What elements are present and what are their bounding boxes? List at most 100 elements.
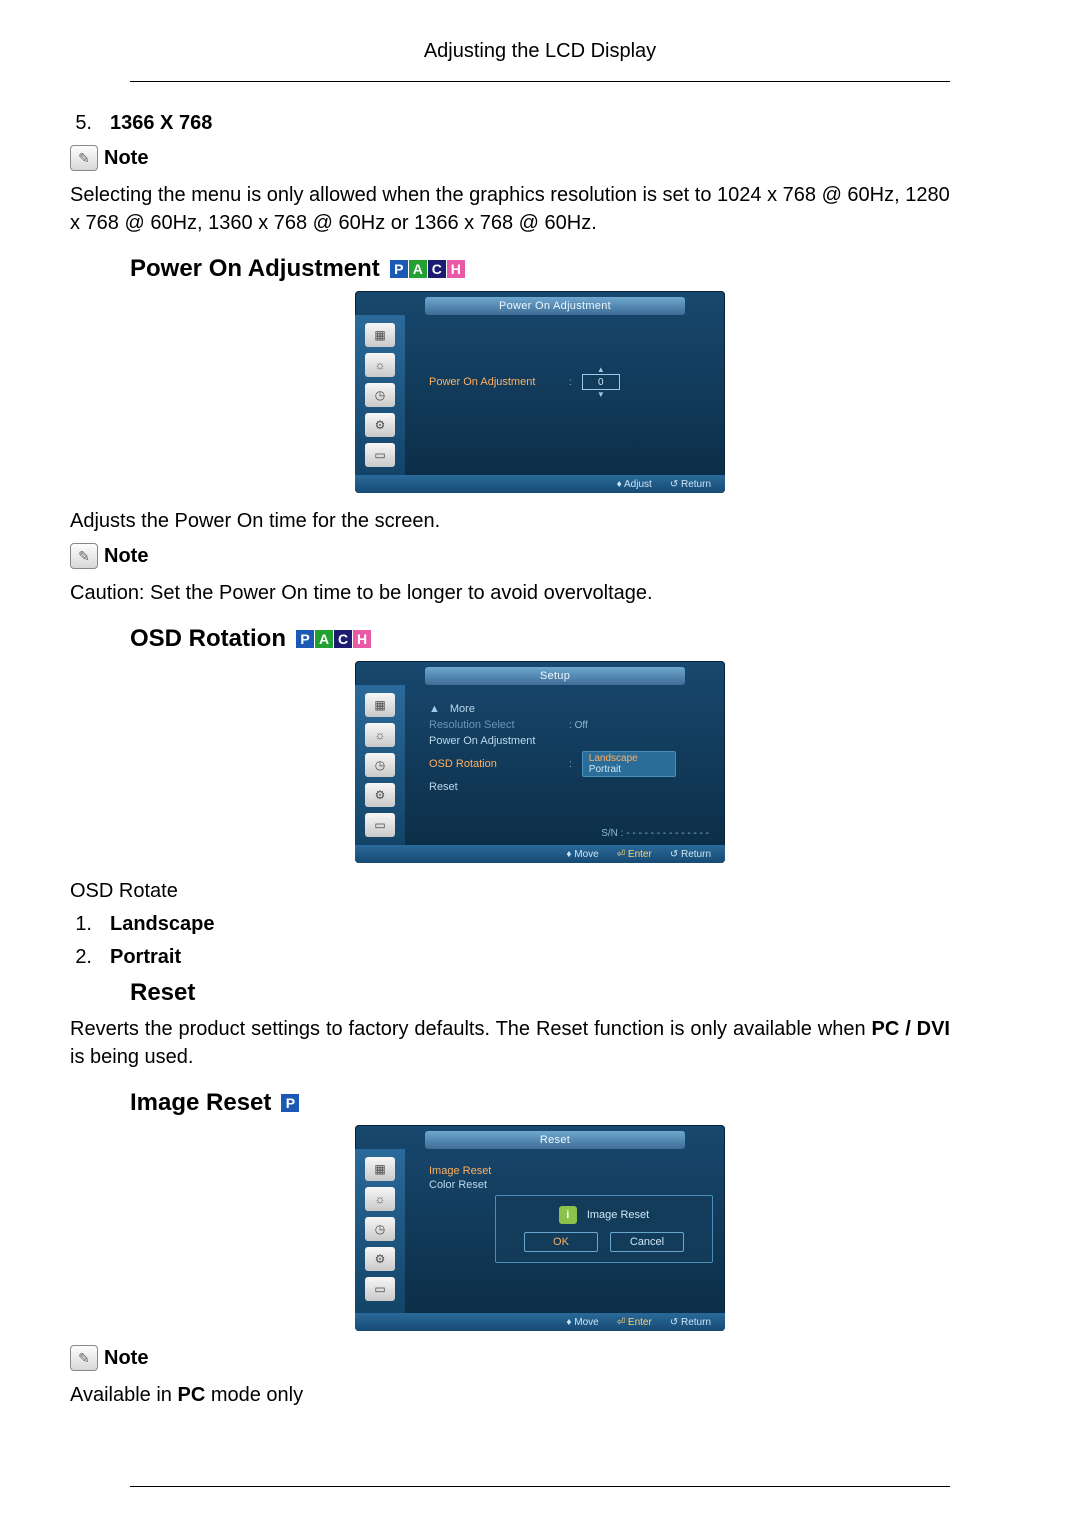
- note-row: ✎ Note: [70, 1345, 950, 1371]
- osd-title: Reset: [425, 1131, 685, 1149]
- osd-value: 0: [598, 377, 604, 388]
- osd-item-more: More: [450, 703, 580, 715]
- osd-rotate-label: OSD Rotate: [70, 877, 950, 905]
- osd-item-res-select: Resolution Select: [429, 719, 559, 731]
- rotation-list-item-portrait: 2. Portrait: [70, 946, 950, 969]
- heading-text: OSD Rotation: [130, 625, 286, 653]
- badge-a-icon: A: [409, 260, 427, 278]
- badge-c-icon: C: [334, 630, 352, 648]
- note-icon: ✎: [70, 543, 98, 569]
- osd-footer-return: ↺ Return: [670, 479, 711, 490]
- mode-badges: P A C H: [296, 630, 371, 648]
- chevron-down-icon: ▼: [597, 390, 605, 399]
- osd-side-icon: ⚙: [365, 413, 395, 437]
- osd-item-image-reset: Image Reset: [429, 1165, 559, 1177]
- osd-option-landscape: Landscape: [589, 753, 669, 764]
- heading-power-on-adjustment: Power On Adjustment P A C H: [130, 255, 950, 283]
- osd-side-icon: ☼: [365, 353, 395, 377]
- heading-osd-rotation: OSD Rotation P A C H: [130, 625, 950, 653]
- osd-side-icon: ▦: [365, 693, 395, 717]
- reset-text: Reverts the product settings to factory …: [70, 1015, 950, 1071]
- osd-value: : Off: [569, 720, 588, 731]
- list-label: 1366 X 768: [110, 112, 212, 135]
- badge-h-icon: H: [353, 630, 371, 648]
- note-icon: ✎: [70, 145, 98, 171]
- osd-power-on-screenshot: Power On Adjustment ▦ ☼ ◷ ⚙ ▭ Power On A…: [355, 291, 725, 493]
- rotation-list-item-landscape: 1. Landscape: [70, 913, 950, 936]
- list-number: 5.: [70, 112, 92, 135]
- resolution-list-item-5: 5. 1366 X 768: [70, 112, 950, 135]
- osd-side-icon: ☼: [365, 723, 395, 747]
- list-label: Landscape: [110, 913, 214, 936]
- heading-text: Reset: [130, 979, 195, 1007]
- osd-side-icon: ☼: [365, 1187, 395, 1211]
- osd-option-portrait: Portrait: [589, 764, 669, 775]
- list-number: 1.: [70, 913, 92, 936]
- info-icon: i: [559, 1206, 577, 1224]
- image-reset-note-text: Available in PC mode only: [70, 1381, 950, 1409]
- osd-side-icon: ▭: [365, 1277, 395, 1301]
- osd-image-reset-screenshot: Reset ▦ ☼ ◷ ⚙ ▭ Image Reset Color Reset …: [355, 1125, 725, 1331]
- badge-h-icon: H: [447, 260, 465, 278]
- dialog-cancel-button: Cancel: [610, 1232, 684, 1252]
- image-reset-dialog: i Image Reset OK Cancel: [495, 1195, 713, 1263]
- reset-text-bold: PC / DVI: [872, 1018, 950, 1040]
- osd-side-icon: ◷: [365, 1217, 395, 1241]
- osd-side-icon: ▭: [365, 813, 395, 837]
- mode-badges: P: [281, 1094, 299, 1112]
- osd-footer-enter: ⏎ Enter: [617, 1317, 652, 1328]
- image-reset-note-bold: PC: [177, 1384, 205, 1406]
- osd-side-icon: ◷: [365, 753, 395, 777]
- note-label: Note: [104, 1347, 148, 1370]
- note-row: ✎ Note: [70, 145, 950, 171]
- osd-item-rotation: OSD Rotation: [429, 758, 559, 770]
- item5-note-text: Selecting the menu is only allowed when …: [70, 181, 950, 237]
- list-number: 2.: [70, 946, 92, 969]
- dialog-ok-button: OK: [524, 1232, 598, 1252]
- power-on-desc: Adjusts the Power On time for the screen…: [70, 507, 950, 535]
- heading-reset: Reset: [130, 979, 950, 1007]
- divider-top: [130, 81, 950, 82]
- heading-text: Power On Adjustment: [130, 255, 380, 283]
- note-label: Note: [104, 545, 148, 568]
- power-on-caution: Caution: Set the Power On time to be lon…: [70, 579, 950, 607]
- badge-p-icon: P: [281, 1094, 299, 1112]
- badge-c-icon: C: [428, 260, 446, 278]
- osd-item-color-reset: Color Reset: [429, 1179, 559, 1191]
- heading-image-reset: Image Reset P: [130, 1089, 950, 1117]
- osd-item-reset: Reset: [429, 781, 559, 793]
- osd-footer-adjust: ♦ Adjust: [617, 479, 652, 490]
- osd-footer-enter: ⏎ Enter: [617, 849, 652, 860]
- osd-footer-move: ♦ Move: [566, 849, 598, 860]
- osd-side-icon: ▦: [365, 1157, 395, 1181]
- heading-text: Image Reset: [130, 1089, 271, 1117]
- osd-rotation-screenshot: Setup ▦ ☼ ◷ ⚙ ▭ ▲More Resolution Select:…: [355, 661, 725, 863]
- osd-title: Setup: [425, 667, 685, 685]
- list-label: Portrait: [110, 946, 181, 969]
- osd-serial-number: S/N : - - - - - - - - - - - - - -: [601, 828, 709, 839]
- note-icon: ✎: [70, 1345, 98, 1371]
- mode-badges: P A C H: [390, 260, 465, 278]
- osd-side-icon: ▦: [365, 323, 395, 347]
- osd-title: Power On Adjustment: [425, 297, 685, 315]
- badge-p-icon: P: [296, 630, 314, 648]
- chevron-up-icon: ▲: [597, 365, 605, 374]
- osd-side-icon: ◷: [365, 383, 395, 407]
- osd-footer-move: ♦ Move: [566, 1317, 598, 1328]
- osd-rotation-dropdown: Landscape Portrait: [582, 751, 676, 777]
- osd-side-icon: ⚙: [365, 1247, 395, 1271]
- osd-item-label: Power On Adjustment: [429, 376, 559, 388]
- note-row: ✎ Note: [70, 543, 950, 569]
- divider-bottom: [130, 1486, 950, 1487]
- osd-side-icon: ⚙: [365, 783, 395, 807]
- dialog-title: Image Reset: [587, 1209, 649, 1221]
- osd-side-icon: ▭: [365, 443, 395, 467]
- osd-footer-return: ↺ Return: [670, 849, 711, 860]
- badge-a-icon: A: [315, 630, 333, 648]
- page-header-title: Adjusting the LCD Display: [0, 40, 1080, 73]
- osd-item-poa: Power On Adjustment: [429, 735, 559, 747]
- osd-footer-return: ↺ Return: [670, 1317, 711, 1328]
- note-label: Note: [104, 147, 148, 170]
- osd-value-spinner: ▲ 0 ▼: [582, 374, 620, 390]
- badge-p-icon: P: [390, 260, 408, 278]
